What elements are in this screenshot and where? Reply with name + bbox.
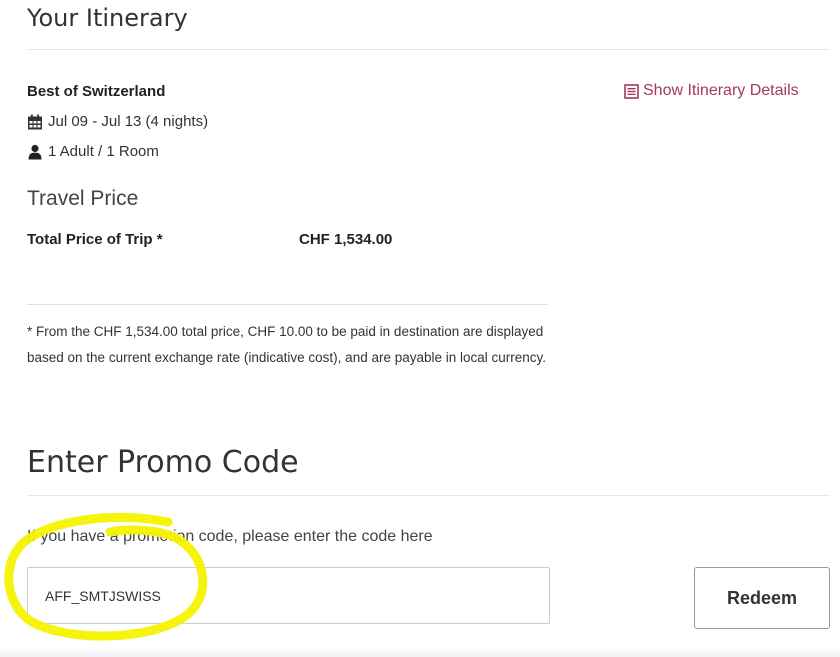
itinerary-title: Your Itinerary	[27, 4, 188, 32]
promo-instruction: If you have a promotion code, please ent…	[27, 528, 433, 545]
person-icon	[27, 144, 43, 160]
title-divider	[27, 49, 830, 50]
trip-guests: 1 Adult / 1 Room	[27, 143, 159, 160]
travel-price-title: Travel Price	[27, 187, 139, 210]
trip-dates-text: Jul 09 - Jul 13 (4 nights)	[48, 113, 209, 130]
show-itinerary-details-link[interactable]: Show Itinerary Details	[624, 82, 799, 100]
redeem-button[interactable]: Redeem	[694, 567, 830, 629]
list-document-icon	[624, 83, 639, 99]
footer-shadow	[0, 648, 840, 657]
show-details-label: Show Itinerary Details	[643, 82, 799, 99]
promo-divider	[27, 495, 830, 496]
price-divider	[27, 304, 547, 305]
total-price-label: Total Price of Trip *	[27, 231, 163, 248]
calendar-icon	[27, 114, 43, 130]
trip-name: Best of Switzerland	[27, 83, 166, 100]
trip-guests-text: 1 Adult / 1 Room	[48, 143, 159, 160]
price-disclaimer: * From the CHF 1,534.00 total price, CHF…	[27, 324, 547, 365]
promo-title: Enter Promo Code	[27, 445, 299, 480]
promo-code-input[interactable]	[27, 567, 550, 624]
total-price-value: CHF 1,534.00	[299, 231, 393, 248]
trip-dates: Jul 09 - Jul 13 (4 nights)	[27, 113, 208, 130]
